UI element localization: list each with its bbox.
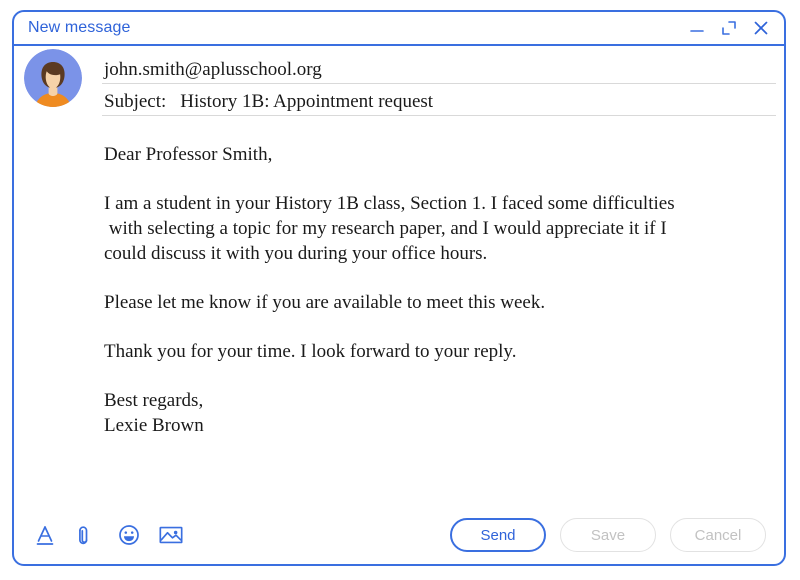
body-paragraph: Dear Professor Smith, bbox=[104, 144, 273, 165]
avatar bbox=[24, 49, 82, 107]
screen: New message john.smith@aplusschool.org S… bbox=[0, 0, 800, 580]
window-controls bbox=[688, 19, 774, 37]
action-buttons: Send Save Cancel bbox=[450, 518, 766, 552]
subject-field[interactable]: Subject: History 1B: Appointment request bbox=[102, 84, 776, 116]
subject-value: History 1B: Appointment request bbox=[180, 91, 434, 112]
message-body[interactable]: Dear Professor Smith, I am a student in … bbox=[14, 116, 784, 506]
body-paragraph: Please let me know if you are available … bbox=[104, 292, 546, 313]
recipient-field[interactable]: john.smith@aplusschool.org bbox=[102, 54, 776, 84]
save-button[interactable]: Save bbox=[560, 518, 656, 552]
cancel-button[interactable]: Cancel bbox=[670, 518, 766, 552]
title-bar: New message bbox=[14, 12, 784, 46]
user-avatar-icon bbox=[24, 49, 82, 107]
send-button[interactable]: Send bbox=[450, 518, 546, 552]
text-format-icon[interactable] bbox=[32, 522, 58, 548]
formatting-toolbar bbox=[32, 522, 184, 548]
compose-window: New message john.smith@aplusschool.org S… bbox=[12, 10, 786, 566]
recipient-value: john.smith@aplusschool.org bbox=[104, 59, 322, 80]
close-icon[interactable] bbox=[752, 19, 770, 37]
window-title: New message bbox=[28, 19, 131, 36]
subject-label: Subject: bbox=[104, 91, 167, 112]
expand-icon[interactable] bbox=[720, 19, 738, 37]
body-paragraph: I am a student in your History 1B class,… bbox=[104, 193, 675, 264]
body-paragraph: Thank you for your time. I look forward … bbox=[104, 341, 517, 362]
compose-header-fields: john.smith@aplusschool.org Subject: Hist… bbox=[14, 46, 784, 116]
emoji-icon[interactable] bbox=[116, 522, 142, 548]
body-paragraph: Best regards, Lexie Brown bbox=[104, 390, 204, 436]
minimize-icon[interactable] bbox=[688, 19, 706, 37]
attachment-icon[interactable] bbox=[74, 522, 100, 548]
image-icon[interactable] bbox=[158, 522, 184, 548]
compose-footer: Send Save Cancel bbox=[14, 506, 784, 564]
